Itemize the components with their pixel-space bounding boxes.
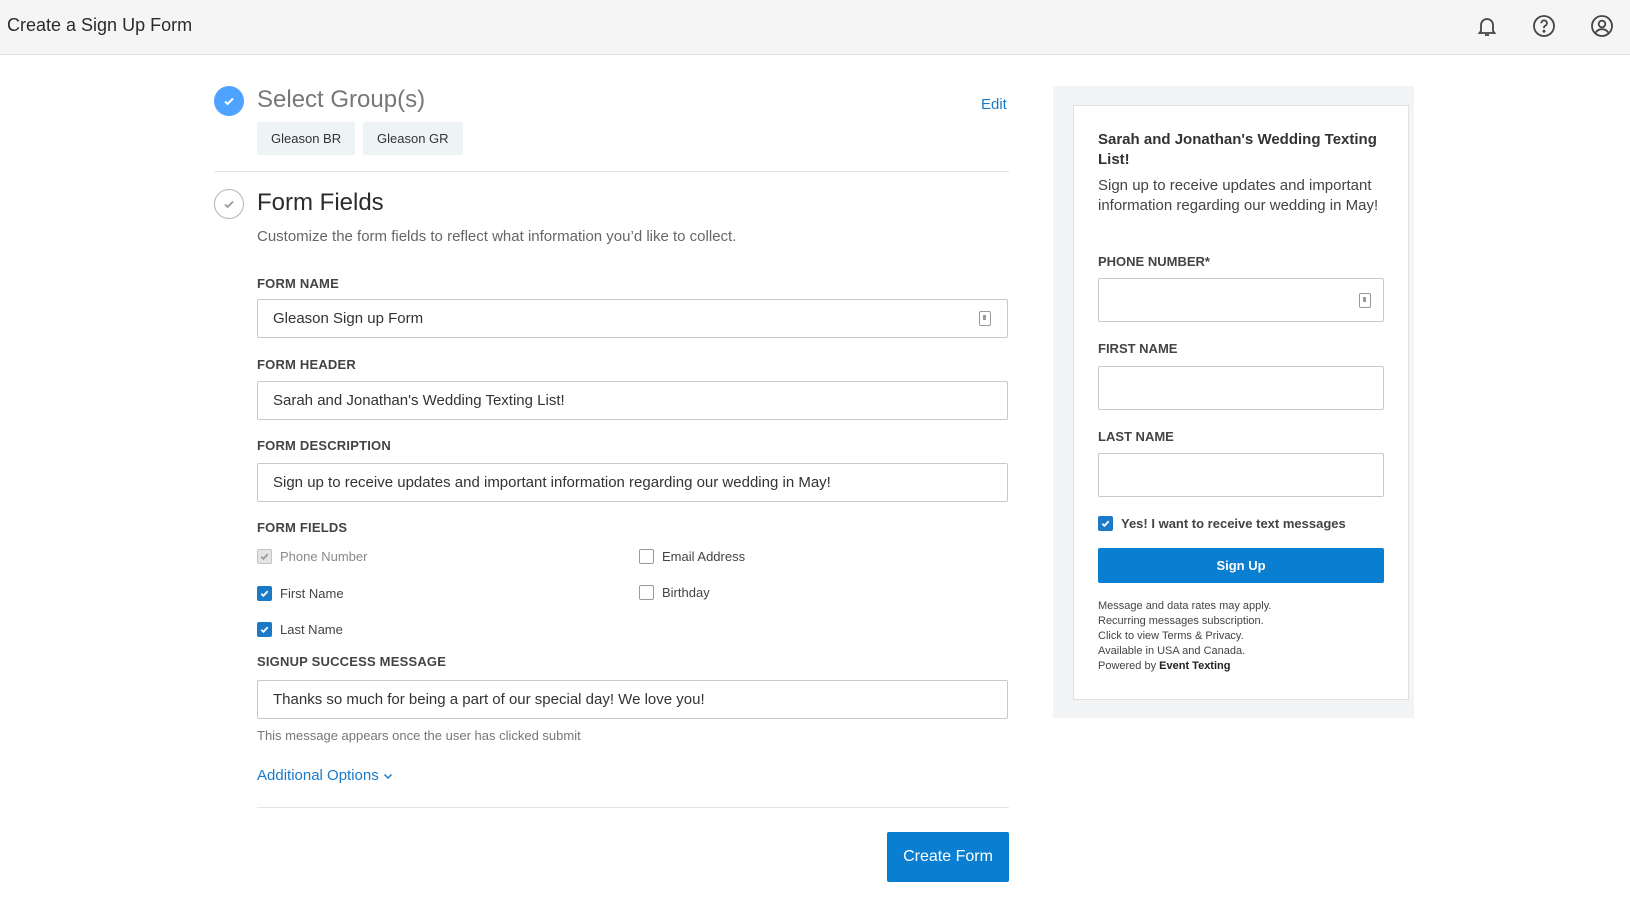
preview-phone-label: PHONE NUMBER* xyxy=(1098,254,1210,269)
checkbox-empty-icon xyxy=(639,549,654,564)
checkbox-label: First Name xyxy=(280,586,344,601)
checkbox-label: Email Address xyxy=(662,549,746,564)
terms-privacy-link[interactable]: Click to view Terms & Privacy. xyxy=(1098,629,1271,644)
success-message-label: SIGNUP SUCCESS MESSAGE xyxy=(257,654,447,669)
preview-sign-up-button[interactable]: Sign Up xyxy=(1098,548,1384,583)
form-name-input[interactable]: Gleason Sign up Form xyxy=(257,299,1008,338)
preview-form-description: Sign up to receive updates and important… xyxy=(1098,177,1379,214)
disclaimer-line: Message and data rates may apply. xyxy=(1098,600,1272,612)
disclaimer-line: Available in USA and Canada. xyxy=(1098,645,1246,657)
checkbox-label: Birthday xyxy=(662,585,710,600)
top-bar: Create a Sign Up Form xyxy=(0,0,1630,55)
form-description-value: Sign up to receive updates and important… xyxy=(273,474,831,491)
preview-form-header: Sarah and Jonathan's Wedding Texting Lis… xyxy=(1098,131,1377,168)
checkbox-checked-icon xyxy=(257,622,272,637)
last-name-checkbox[interactable]: Last Name xyxy=(257,622,343,637)
form-fields-subtitle: Customize the form fields to reflect wha… xyxy=(257,228,737,245)
form-name-label: FORM NAME xyxy=(257,276,339,291)
field-info-icon xyxy=(1359,293,1371,308)
preview-consent-checkbox[interactable]: Yes! I want to receive text messages xyxy=(1098,516,1346,531)
bell-icon[interactable] xyxy=(1474,13,1500,39)
help-icon[interactable] xyxy=(1531,13,1557,39)
powered-by-prefix: Powered by xyxy=(1098,660,1157,672)
form-fields-label: FORM FIELDS xyxy=(257,520,348,535)
edit-groups-link[interactable]: Edit xyxy=(981,96,1007,113)
checkbox-label: Phone Number xyxy=(280,549,368,564)
checkbox-label: Last Name xyxy=(280,622,343,637)
brand-name: Event Texting xyxy=(1159,660,1231,672)
field-info-icon xyxy=(979,311,991,326)
additional-options-label: Additional Options xyxy=(257,767,379,784)
checkbox-disabled-icon xyxy=(257,549,272,564)
success-message-value: Thanks so much for being a part of our s… xyxy=(273,691,705,708)
step-pending-check-icon xyxy=(214,189,244,219)
form-description-input[interactable]: Sign up to receive updates and important… xyxy=(257,463,1008,502)
group-chip: Gleason BR xyxy=(257,122,356,155)
preview-first-name-label: FIRST NAME xyxy=(1098,341,1178,356)
preview-disclaimer: Message and data rates may apply. Recurr… xyxy=(1098,599,1271,674)
step-complete-check-icon xyxy=(214,86,244,116)
checkbox-empty-icon xyxy=(639,585,654,600)
create-form-button[interactable]: Create Form xyxy=(887,832,1009,882)
account-icon[interactable] xyxy=(1589,13,1615,39)
form-header-value: Sarah and Jonathan's Wedding Texting Lis… xyxy=(273,392,565,409)
first-name-checkbox[interactable]: First Name xyxy=(257,586,344,601)
email-address-checkbox[interactable]: Email Address xyxy=(639,549,745,564)
group-chip: Gleason GR xyxy=(363,122,463,155)
preview-last-name-label: LAST NAME xyxy=(1098,429,1174,444)
preview-consent-label: Yes! I want to receive text messages xyxy=(1121,516,1346,531)
page-title: Create a Sign Up Form xyxy=(7,15,193,35)
success-message-input[interactable]: Thanks so much for being a part of our s… xyxy=(257,680,1008,719)
checkbox-checked-icon xyxy=(257,586,272,601)
checkbox-checked-icon xyxy=(1098,516,1113,531)
form-fields-title: Form Fields xyxy=(257,189,384,216)
form-name-value: Gleason Sign up Form xyxy=(273,310,424,327)
preview-last-name-input[interactable] xyxy=(1098,453,1384,497)
success-message-hint: This message appears once the user has c… xyxy=(257,728,581,743)
preview-first-name-input[interactable] xyxy=(1098,366,1384,410)
divider xyxy=(257,807,1009,808)
preview-phone-input[interactable] xyxy=(1098,278,1384,322)
form-header-label: FORM HEADER xyxy=(257,357,356,372)
chevron-down-icon xyxy=(383,773,392,780)
select-groups-title: Select Group(s) xyxy=(257,86,426,113)
disclaimer-line: Recurring messages subscription. xyxy=(1098,615,1264,627)
divider xyxy=(214,171,1009,172)
form-description-label: FORM DESCRIPTION xyxy=(257,438,391,453)
birthday-checkbox[interactable]: Birthday xyxy=(639,585,710,600)
additional-options-toggle[interactable]: Additional Options xyxy=(257,767,393,784)
powered-by: Powered by Event Texting xyxy=(1098,659,1271,674)
form-header-input[interactable]: Sarah and Jonathan's Wedding Texting Lis… xyxy=(257,381,1008,420)
phone-number-checkbox: Phone Number xyxy=(257,549,367,564)
